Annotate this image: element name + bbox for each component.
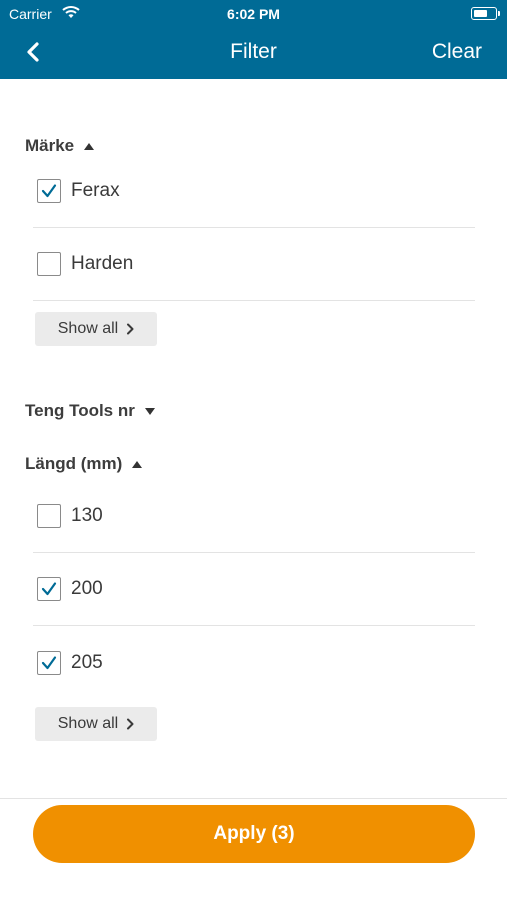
filter-header-teng-tools-label: Teng Tools nr <box>25 401 135 420</box>
filter-header-length-label: Längd (mm) <box>25 454 123 473</box>
triangle-up-icon <box>84 142 95 150</box>
show-all-label: Show all <box>57 715 119 732</box>
triangle-up-icon <box>132 460 143 468</box>
option-label: Harden <box>71 253 134 274</box>
show-all-button-length[interactable]: Show all <box>35 707 157 741</box>
checkbox-checked[interactable] <box>37 577 61 601</box>
chevron-right-icon <box>127 323 134 335</box>
status-bar: Carrier 6:02 PM <box>0 0 507 28</box>
nav-bar: Filter Clear <box>0 28 507 79</box>
option-label: 205 <box>71 651 103 673</box>
show-all-button-brand[interactable]: Show all <box>35 312 157 346</box>
show-all-label: Show all <box>57 320 119 337</box>
option-ferax[interactable]: Ferax <box>33 155 475 228</box>
clear-button[interactable]: Clear <box>432 40 482 64</box>
battery-icon <box>471 7 500 20</box>
filter-header-teng-tools[interactable]: Teng Tools nr <box>25 401 155 421</box>
checkbox-unchecked[interactable] <box>37 504 61 528</box>
option-label: 130 <box>71 505 103 526</box>
option-label: Ferax <box>71 180 120 201</box>
checkmark-icon <box>41 184 57 198</box>
filter-header-length[interactable]: Längd (mm) <box>25 454 143 474</box>
status-time: 6:02 PM <box>227 6 280 22</box>
filter-header-brand[interactable]: Märke <box>25 136 95 156</box>
footer-divider <box>0 798 507 799</box>
checkbox-checked[interactable] <box>37 650 61 675</box>
option-harden[interactable]: Harden <box>33 228 475 301</box>
chevron-right-icon <box>127 718 134 730</box>
top-bar: Carrier 6:02 PM Filter Clear <box>0 0 507 79</box>
filter-header-brand-label: Märke <box>25 136 75 155</box>
option-205[interactable]: 205 <box>33 626 475 699</box>
checkbox-checked[interactable] <box>37 179 61 203</box>
checkmark-icon <box>41 655 57 669</box>
checkbox-unchecked[interactable] <box>37 252 61 276</box>
checkmark-icon <box>41 582 57 596</box>
option-130[interactable]: 130 <box>33 480 475 553</box>
triangle-down-icon <box>144 407 155 415</box>
apply-button[interactable]: Apply (3) <box>33 805 475 863</box>
option-200[interactable]: 200 <box>33 553 475 626</box>
option-label: 200 <box>71 578 103 599</box>
